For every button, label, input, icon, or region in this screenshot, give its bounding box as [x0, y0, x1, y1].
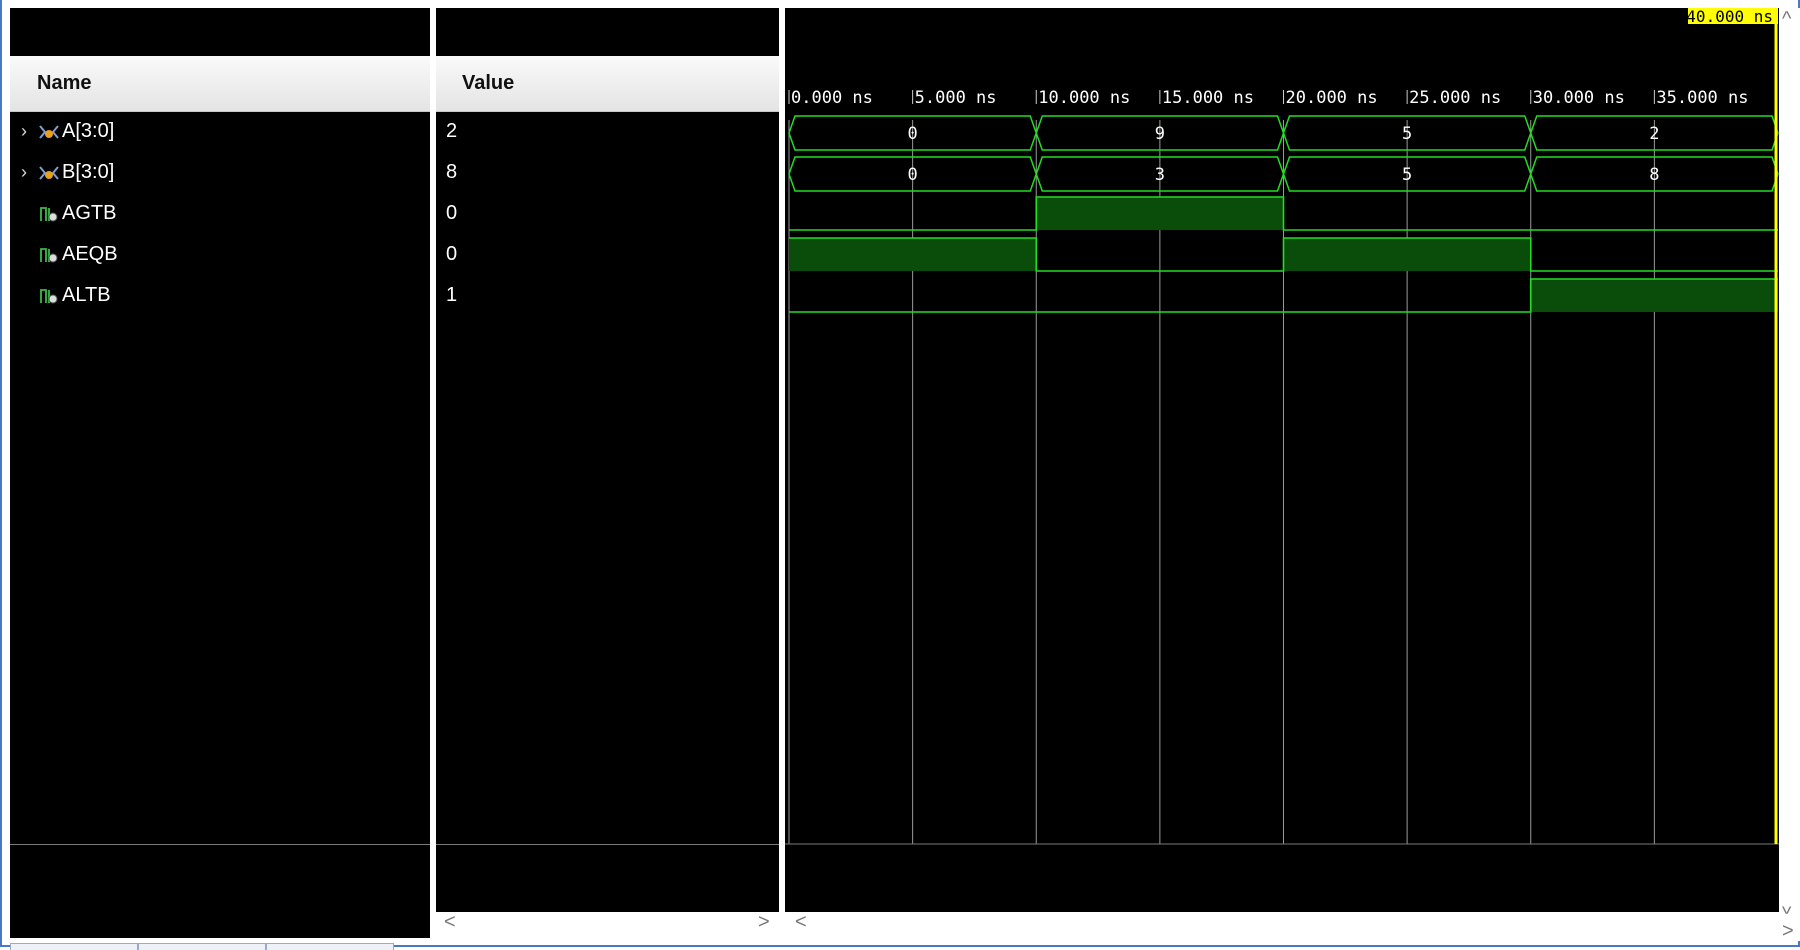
high-level-fill — [1036, 197, 1284, 230]
time-tick-label: 15.000 ns — [1162, 88, 1254, 108]
bus-value-label: 0 — [908, 165, 918, 185]
value-column-header[interactable]: Value — [436, 56, 779, 112]
signal-name: AEQB — [62, 243, 118, 265]
vertical-scrollbar[interactable]: ^ ^ > — [1779, 8, 1800, 943]
time-tick-label: 30.000 ns — [1533, 88, 1625, 108]
signal-row-aeqb[interactable]: AEQB — [10, 234, 430, 275]
arrow-right-icon[interactable]: > — [758, 911, 770, 934]
bus-value-label: 3 — [1155, 165, 1165, 185]
chevron-right-icon[interactable]: › — [10, 121, 38, 142]
value-horizontal-scrollbar[interactable]: < > — [436, 911, 779, 936]
signal-name: ALTB — [62, 284, 111, 306]
signal-name: AGTB — [62, 202, 117, 224]
signal-row-b[interactable]: › B[3:0] — [10, 152, 430, 193]
signal-value-a: 2 — [446, 120, 458, 142]
divider — [10, 844, 430, 845]
arrow-right-icon[interactable]: > — [1782, 920, 1794, 943]
time-tick-label: 10.000 ns — [1038, 88, 1130, 108]
waveform-panel[interactable]: 0.000 ns 5.000 ns 10.000 ns 15.000 ns 20.000… — [785, 8, 1779, 912]
signal-row-altb[interactable]: ALTB — [10, 275, 430, 316]
bus-value-label: 2 — [1649, 124, 1659, 144]
bit-signal-icon — [38, 287, 60, 305]
high-level-fill — [1283, 238, 1531, 271]
bus-signal-icon — [38, 165, 60, 181]
bus-value-label: 5 — [1402, 165, 1412, 185]
bit-signal-icon — [38, 205, 60, 223]
tab-strip — [2, 943, 402, 950]
bit-waveform — [789, 196, 1778, 231]
arrow-up-icon[interactable]: ^ — [1782, 8, 1791, 31]
signal-row-agtb[interactable]: AGTB — [10, 193, 430, 234]
signal-value-aeqb: 0 — [446, 243, 458, 265]
signal-name: A[3:0] — [62, 120, 115, 142]
bus-value-label: 5 — [1402, 124, 1412, 144]
divider — [436, 844, 779, 845]
time-tick-label: 0.000 ns — [791, 88, 873, 108]
signal-name: B[3:0] — [62, 161, 115, 183]
bus-value-label: 8 — [1649, 165, 1659, 185]
arrow-left-icon[interactable]: < — [795, 911, 807, 934]
bus-value-label: 0 — [908, 124, 918, 144]
high-level-fill — [789, 238, 1037, 271]
time-tick-label: 5.000 ns — [915, 88, 997, 108]
arrow-left-icon[interactable]: < — [444, 911, 456, 934]
waveform-window: Name › A[3:0] › B[3:0] AGTB AEQB ALTB Va… — [0, 0, 1800, 950]
signal-row-a[interactable]: › A[3:0] — [10, 111, 430, 152]
time-tick-label: 35.000 ns — [1656, 88, 1748, 108]
time-tick-label: 25.000 ns — [1409, 88, 1501, 108]
high-level-fill — [1530, 279, 1778, 312]
signal-value-agtb: 0 — [446, 202, 458, 224]
waveform-canvas[interactable]: 0.000 ns 5.000 ns 10.000 ns 15.000 ns 20.000… — [785, 8, 1779, 912]
time-tick-label: 20.000 ns — [1286, 88, 1378, 108]
bit-signal-icon — [38, 246, 60, 264]
name-panel: Name › A[3:0] › B[3:0] AGTB AEQB ALTB — [10, 8, 430, 938]
signal-value-altb: 1 — [446, 284, 458, 306]
name-column-label: Name — [37, 72, 92, 94]
waveform-horizontal-scrollbar[interactable]: < — [785, 911, 1779, 936]
value-panel: Value 2 8 0 0 1 — [436, 8, 779, 912]
arrow-down-icon[interactable]: ^ — [1782, 894, 1791, 917]
signal-value-b: 8 — [446, 161, 458, 183]
bus-value-label: 9 — [1155, 124, 1165, 144]
bus-signal-icon — [38, 124, 60, 140]
name-column-header[interactable]: Name — [10, 56, 430, 112]
chevron-right-icon[interactable]: › — [10, 162, 38, 183]
value-column-label: Value — [462, 72, 515, 94]
cursor-time-label: 40.000 ns — [1686, 8, 1773, 26]
